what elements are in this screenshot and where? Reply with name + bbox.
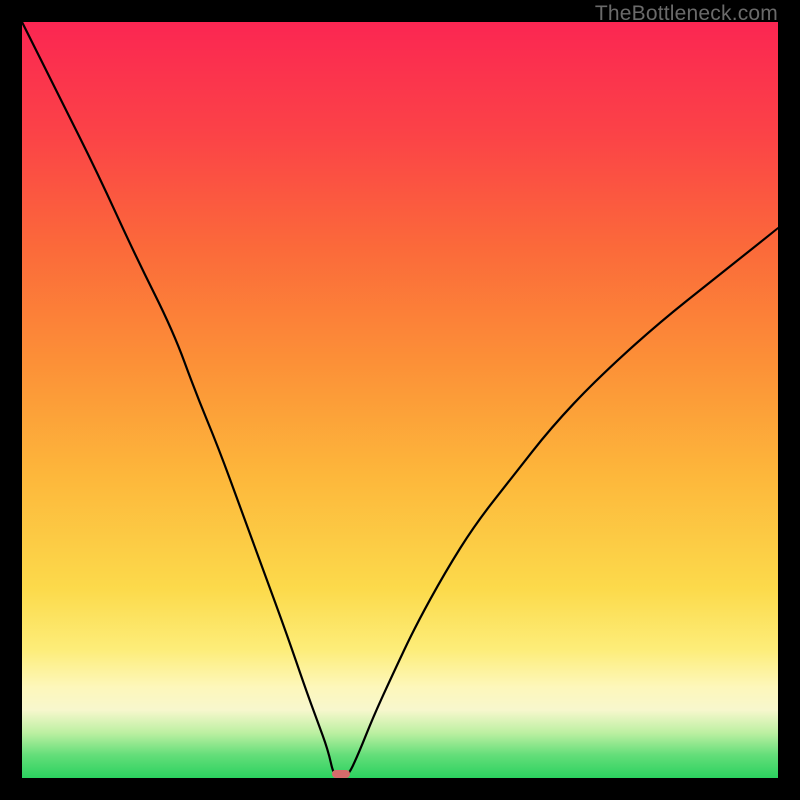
watermark-text: TheBottleneck.com xyxy=(595,2,778,26)
plot-area xyxy=(22,22,778,778)
chart-frame: TheBottleneck.com xyxy=(0,0,800,800)
gradient-background xyxy=(22,22,778,778)
optimal-marker xyxy=(332,770,350,778)
chart-svg xyxy=(22,22,778,778)
